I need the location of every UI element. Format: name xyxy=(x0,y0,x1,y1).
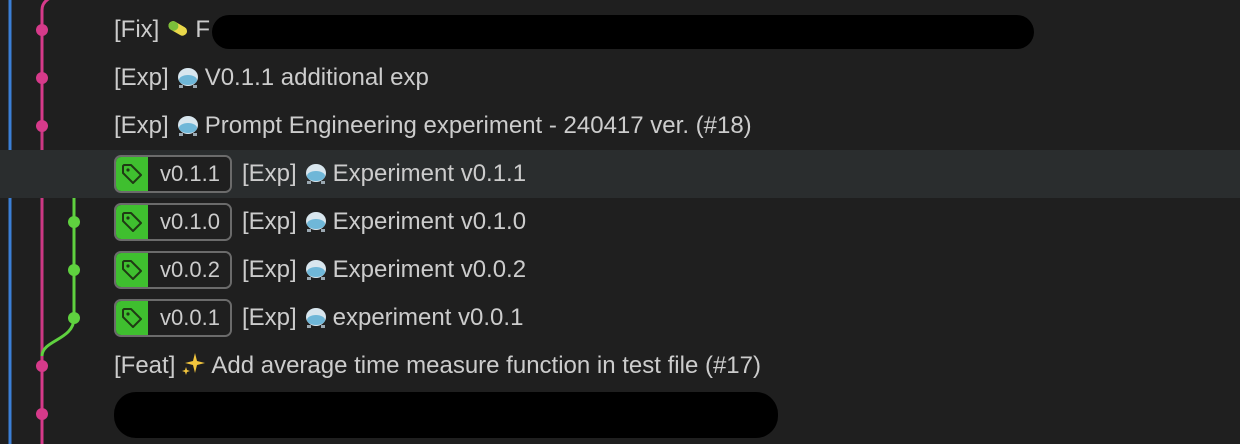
commit-type-label: [Exp] xyxy=(241,304,297,331)
commit-message: Experiment v0.1.0 xyxy=(332,208,527,235)
tag-label: v0.1.1 xyxy=(148,157,230,191)
alembic-icon xyxy=(305,260,326,280)
alembic-icon xyxy=(177,68,198,88)
commit-type-label: [Exp] xyxy=(114,64,169,91)
commit-type-label: [Exp] xyxy=(241,208,297,235)
commit-row[interactable]: v0.0.1 [Exp] experiment v0.0.1 xyxy=(0,294,1240,342)
tag-icon xyxy=(122,212,142,232)
tag-badge[interactable]: v0.1.1 xyxy=(114,155,232,193)
commit-type-label: [Feat] xyxy=(114,352,176,379)
commit-row[interactable]: [Exp] Prompt Engineering experiment - 24… xyxy=(0,102,1240,150)
tag-badge[interactable]: v0.0.2 xyxy=(114,251,232,289)
commit-message: Add average time measure function in tes… xyxy=(211,352,761,379)
commit-row[interactable]: v0.1.1 [Exp] Experiment v0.1.1 xyxy=(0,150,1240,198)
commit-type-label: [Fix] xyxy=(114,16,160,43)
alembic-icon xyxy=(177,116,198,136)
redacted-text xyxy=(114,392,778,438)
pill-icon xyxy=(168,21,188,36)
tag-label: v0.0.1 xyxy=(148,301,230,335)
commit-row[interactable] xyxy=(0,390,1240,438)
commit-type-label: [Exp] xyxy=(114,112,169,139)
sparkles-icon xyxy=(182,353,206,375)
tag-icon xyxy=(122,164,142,184)
commit-message: F xyxy=(195,16,210,43)
commit-row[interactable]: v0.0.2 [Exp] Experiment v0.0.2 xyxy=(0,246,1240,294)
commit-message: Prompt Engineering experiment - 240417 v… xyxy=(204,112,752,139)
tag-badge[interactable]: v0.0.1 xyxy=(114,299,232,337)
alembic-icon xyxy=(305,308,326,328)
tag-label: v0.0.2 xyxy=(148,253,230,287)
tag-badge[interactable]: v0.1.0 xyxy=(114,203,232,241)
tag-icon xyxy=(122,260,142,280)
commit-row[interactable]: [Exp] V0.1.1 additional exp xyxy=(0,54,1240,102)
commit-message: V0.1.1 additional exp xyxy=(204,64,429,91)
commit-row[interactable]: [Feat] Add average time measure function… xyxy=(0,342,1240,390)
commit-message: Experiment v0.0.2 xyxy=(332,256,527,283)
tag-label: v0.1.0 xyxy=(148,205,230,239)
commit-row[interactable]: [Fix] F xyxy=(0,6,1240,54)
redacted-text xyxy=(212,15,1034,49)
commit-type-label: [Exp] xyxy=(241,160,297,187)
alembic-icon xyxy=(305,212,326,232)
alembic-icon xyxy=(305,164,326,184)
commit-type-label: [Exp] xyxy=(241,256,297,283)
commit-message: experiment v0.0.1 xyxy=(332,304,524,331)
tag-icon xyxy=(122,308,142,328)
commit-message: Experiment v0.1.1 xyxy=(332,160,527,187)
commit-row[interactable]: v0.1.0 [Exp] Experiment v0.1.0 xyxy=(0,198,1240,246)
